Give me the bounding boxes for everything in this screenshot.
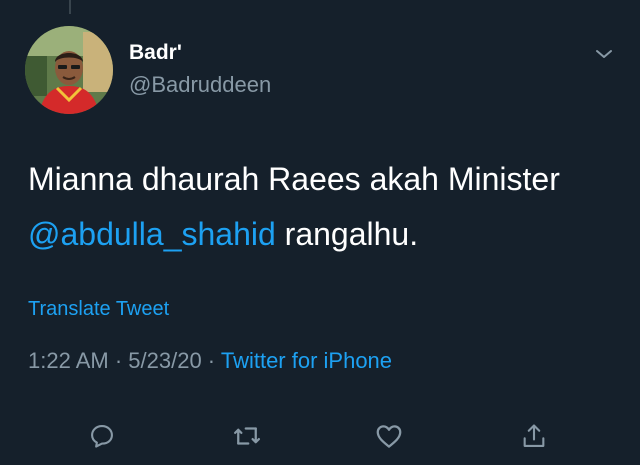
tweet-time[interactable]: 1:22 AM [28, 348, 109, 373]
tweet-menu-button[interactable] [592, 42, 616, 66]
meta-separator: · [201, 348, 221, 373]
author-handle[interactable]: @Badruddeen [129, 72, 271, 98]
tweet-text: Mianna dhaurah Raees akah Minister @abdu… [28, 152, 628, 262]
translate-tweet-link[interactable]: Translate Tweet [28, 296, 169, 322]
profile-photo-icon [25, 26, 113, 114]
tweet-metadata: 1:22 AM · 5/23/20 · Twitter for iPhone [28, 346, 392, 376]
retweet-icon [234, 427, 260, 445]
retweet-button[interactable] [229, 418, 265, 454]
meta-separator: · [108, 348, 129, 373]
thread-connector-line [69, 0, 71, 14]
reply-button[interactable] [84, 418, 120, 454]
share-icon [523, 424, 545, 447]
tweet-text-part: Mianna dhaurah Raees akah Minister [28, 161, 560, 197]
share-button[interactable] [516, 418, 552, 454]
avatar[interactable] [25, 26, 113, 114]
like-button[interactable] [371, 418, 407, 454]
tweet-date[interactable]: 5/23/20 [128, 348, 201, 373]
tweet-source-link[interactable]: Twitter for iPhone [221, 348, 392, 373]
heart-icon [376, 425, 402, 448]
author-display-name[interactable]: Badr' [129, 40, 182, 66]
reply-icon [91, 425, 113, 448]
chevron-down-icon [596, 50, 612, 58]
mention-link[interactable]: @abdulla_shahid [28, 216, 276, 252]
tweet-text-part: rangalhu. [275, 216, 419, 252]
